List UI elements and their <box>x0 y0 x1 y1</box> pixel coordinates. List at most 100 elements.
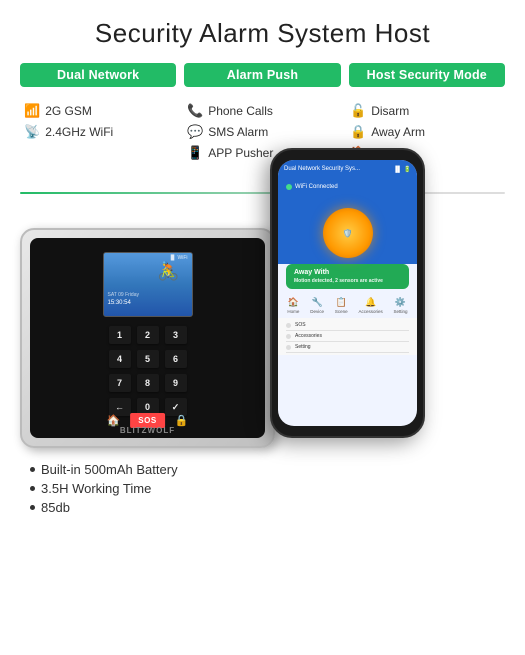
phone-circle-area: 🛡️ <box>278 202 417 264</box>
lcd-date: SAT 09 Friday <box>108 292 140 298</box>
key-1[interactable]: 1 <box>109 326 131 344</box>
feature-sms: 💬 SMS Alarm <box>187 124 338 140</box>
brand-label: BLITZWOLF <box>120 426 175 435</box>
phone-app-header: WiFi Connected <box>278 178 417 202</box>
phone-status-bar: Dual Network Security Sys... ▐▌ 🔋 <box>278 160 417 178</box>
alarm-panel: ▐▌ WiFi 🚴 SAT 09 Friday 15:30:54 1 2 3 4… <box>20 228 275 448</box>
nav-accessories-label: Accessories <box>358 309 382 314</box>
bullet-dot-2 <box>30 486 35 491</box>
bullet-db: 85db <box>30 500 505 515</box>
product-section: ▐▌ WiFi 🚴 SAT 09 Friday 15:30:54 1 2 3 4… <box>20 208 505 448</box>
key-8[interactable]: 8 <box>137 374 159 392</box>
phone-body: Dual Network Security Sys... ▐▌ 🔋 WiFi C… <box>270 148 425 438</box>
lcd-screen: ▐▌ WiFi 🚴 SAT 09 Friday 15:30:54 <box>103 252 193 317</box>
lock-disarm-icon: 🔓 <box>350 103 366 119</box>
working-time-label: 3.5H Working Time <box>41 481 151 496</box>
sms-icon: 💬 <box>187 124 203 140</box>
key-7[interactable]: 7 <box>109 374 131 392</box>
lcd-content: ▐▌ WiFi 🚴 SAT 09 Friday 15:30:54 <box>104 253 192 316</box>
home-ctrl-icon: 🏠 <box>107 414 121 427</box>
dual-network-badge: Dual Network <box>20 63 176 87</box>
away-arm-subtitle: Motion detected, 2 sensors are active <box>294 278 401 284</box>
feature-phone-calls: 📞 Phone Calls <box>187 103 338 119</box>
phone-app-name: Dual Network Security Sys... <box>284 166 360 172</box>
circle-label: 🛡️ <box>343 229 353 238</box>
panel-screen-area: ▐▌ WiFi 🚴 SAT 09 Friday 15:30:54 1 2 3 4… <box>30 238 265 438</box>
feature-gsm: 📶 2G GSM <box>24 103 175 119</box>
lock-ctrl-icon: 🔒 <box>175 414 189 427</box>
lock-away-icon: 🔒 <box>350 124 366 140</box>
db-label: 85db <box>41 500 70 515</box>
badges-row: Dual Network Alarm Push Host Security Mo… <box>20 63 505 87</box>
phone-list-sos: SOS <box>286 320 409 331</box>
sms-label: SMS Alarm <box>208 125 268 139</box>
nav-device-icon: 🔧 <box>312 297 323 308</box>
bullet-dot-1 <box>30 467 35 472</box>
away-arm-title: Away With <box>294 269 401 276</box>
phone-status-circle: 🛡️ <box>323 208 373 258</box>
gsm-icon: 📶 <box>24 103 40 119</box>
disarm-label: Disarm <box>371 104 409 118</box>
bullet-working-time: 3.5H Working Time <box>30 481 505 496</box>
nav-home-label: Home <box>287 309 299 314</box>
phone-icon: 📞 <box>187 103 203 119</box>
key-9[interactable]: 9 <box>165 374 187 392</box>
nav-scene-label: Scene <box>335 309 348 314</box>
bullet-dot-3 <box>30 505 35 510</box>
keypad: 1 2 3 4 5 6 7 8 9 ← 0 ✓ <box>109 326 187 416</box>
lcd-bicycle-icon: 🚴 <box>157 261 179 282</box>
alarm-push-badge: Alarm Push <box>184 63 340 87</box>
nav-device-label: Device <box>310 309 324 314</box>
page-title: Security Alarm System Host <box>20 18 505 49</box>
feature-away-arm: 🔒 Away Arm <box>350 124 501 140</box>
wifi-icon: 📡 <box>24 124 40 140</box>
nav-accessories-icon: 🔔 <box>365 297 376 308</box>
phone-wifi-badge: WiFi Connected <box>286 184 409 190</box>
feature-wifi: 📡 2.4GHz WiFi <box>24 124 175 140</box>
page-wrapper: Security Alarm System Host Dual Network … <box>0 0 525 539</box>
away-arm-label: Away Arm <box>371 125 425 139</box>
phone-list-accessories: Accessories <box>286 331 409 342</box>
wifi-dot <box>286 184 292 190</box>
key-4[interactable]: 4 <box>109 350 131 368</box>
phone-nav-icons: 🏠 Home 🔧 Device 📋 Scene 🔔 <box>278 293 417 318</box>
key-6[interactable]: 6 <box>165 350 187 368</box>
nav-setting-icon: ⚙️ <box>395 297 406 308</box>
wifi-label: 2.4GHz WiFi <box>45 125 113 139</box>
key-3[interactable]: 3 <box>165 326 187 344</box>
wifi-status: WiFi Connected <box>295 184 338 190</box>
phone-nav-accessories[interactable]: 🔔 Accessories <box>358 297 382 314</box>
phone-calls-label: Phone Calls <box>208 104 273 118</box>
side-btn-1 <box>20 260 22 280</box>
lcd-time: 15:30:54 <box>108 300 131 306</box>
key-5[interactable]: 5 <box>137 350 159 368</box>
away-arm-banner: Away With Motion detected, 2 sensors are… <box>286 264 409 289</box>
device-container: ▐▌ WiFi 🚴 SAT 09 Friday 15:30:54 1 2 3 4… <box>20 228 290 448</box>
key-2[interactable]: 2 <box>137 326 159 344</box>
gsm-label: 2G GSM <box>45 104 92 118</box>
phone-container: Dual Network Security Sys... ▐▌ 🔋 WiFi C… <box>270 148 450 448</box>
app-label: APP Pusher <box>208 146 273 160</box>
nav-scene-icon: 📋 <box>336 297 347 308</box>
phone-nav-setting[interactable]: ⚙️ Setting <box>394 297 408 314</box>
phone-signal: ▐▌ 🔋 <box>393 166 411 173</box>
phone-screen: Dual Network Security Sys... ▐▌ 🔋 WiFi C… <box>278 160 417 426</box>
phone-bottom-list: SOS Accessories Setting <box>278 318 417 355</box>
bullet-battery: Built-in 500mAh Battery <box>30 462 505 477</box>
list-acc-label: Accessories <box>295 333 322 339</box>
host-security-badge: Host Security Mode <box>349 63 505 87</box>
list-dot-sos <box>286 323 291 328</box>
phone-nav-home[interactable]: 🏠 Home <box>287 297 299 314</box>
phone-nav-device[interactable]: 🔧 Device <box>310 297 324 314</box>
feature-disarm: 🔓 Disarm <box>350 103 501 119</box>
nav-home-icon: 🏠 <box>288 297 299 308</box>
side-btn-3 <box>20 316 22 336</box>
list-dot-set <box>286 345 291 350</box>
side-btn-2 <box>20 288 22 308</box>
app-icon: 📱 <box>187 145 203 161</box>
phone-list-setting: Setting <box>286 342 409 353</box>
bullets-section: Built-in 500mAh Battery 3.5H Working Tim… <box>20 462 505 515</box>
phone-nav-scene[interactable]: 📋 Scene <box>335 297 348 314</box>
side-buttons <box>20 260 22 336</box>
dual-network-col: 📶 2G GSM 📡 2.4GHz WiFi <box>20 103 179 182</box>
